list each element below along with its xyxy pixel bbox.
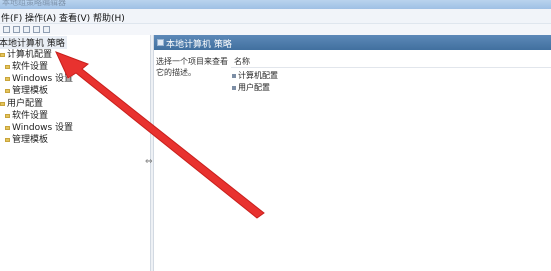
toolbar [0,24,551,35]
description-text: 选择一个项目来查看它的描述。 [156,57,228,77]
column-header-name[interactable]: 名称 [231,56,551,68]
folder-icon [5,125,10,130]
menu-file[interactable]: 件(F) [1,11,22,24]
folder-icon [5,88,10,93]
details-panel: 本地计算机 策略 选择一个项目来查看它的描述。 名称 计算机配置 用户配置 [154,35,551,271]
window-title: 本地组策略编辑器 [2,0,66,7]
details-header: 本地计算机 策略 [154,35,551,50]
computer-icon [232,73,236,78]
menu-help[interactable]: 帮助(H) [93,11,125,24]
user-icon [232,85,236,90]
tree-panel: 本地计算机 策略 计算机配置 软件设置 Windows 设置 管理模板 用户配置… [0,35,150,271]
folder-icon [5,113,10,118]
menu-view[interactable]: 查看(V) [59,11,90,24]
tree-item-user-admin-templates[interactable]: 管理模板 [5,132,48,145]
show-tree-icon[interactable] [23,26,30,33]
details-title: 本地计算机 策略 [166,40,232,50]
forward-icon[interactable] [13,26,20,33]
list-item-user-config[interactable]: 用户配置 [232,82,270,93]
folder-icon [5,76,10,81]
export-icon[interactable] [43,26,50,33]
user-icon [0,101,5,106]
menu-action[interactable]: 操作(A) [25,11,56,24]
resize-handle-icon[interactable]: ⇔ [145,157,153,167]
folder-icon [5,137,10,142]
window-titlebar: 本地组策略编辑器 [0,0,551,9]
policy-icon [157,39,164,46]
folder-icon [5,64,10,69]
list-item-computer-config[interactable]: 计算机配置 [232,70,278,81]
tree-item-admin-templates[interactable]: 管理模板 [5,83,48,96]
menu-bar: 件(F) 操作(A) 查看(V) 帮助(H) [0,9,551,24]
refresh-icon[interactable] [33,26,40,33]
computer-icon [0,52,5,57]
back-icon[interactable] [3,26,10,33]
